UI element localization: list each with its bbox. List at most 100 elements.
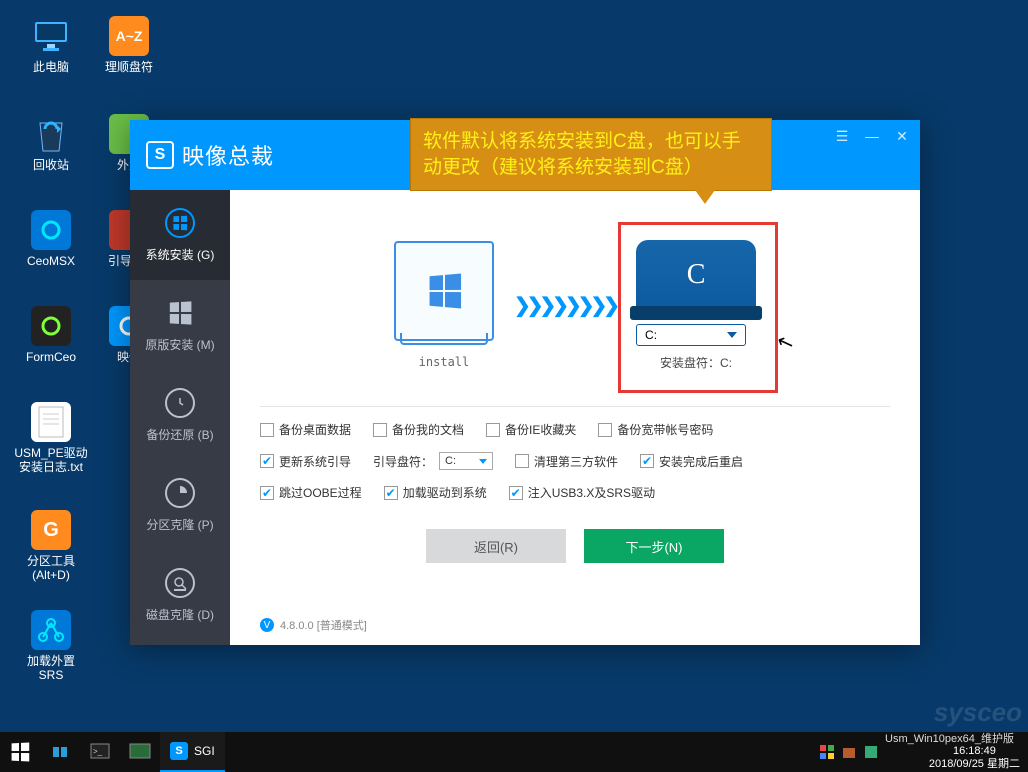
destination-box: C C: 安装盘符：C: ↖	[636, 240, 756, 371]
drive-select[interactable]: C:	[636, 324, 746, 346]
icon-label: FormCeo	[16, 350, 86, 364]
tooltip-tail	[695, 190, 715, 204]
chk-reboot-after[interactable]: 安装完成后重启	[640, 453, 743, 470]
tray-icon-2[interactable]	[841, 744, 857, 760]
icon-label: 加载外置SRS	[16, 654, 86, 682]
taskbar-btn-2[interactable]: >_	[80, 732, 120, 772]
sidebar-item-system-install[interactable]: 系统安装 (G)	[130, 190, 230, 280]
chk-inject-usb3[interactable]: 注入USB3.X及SRS驱动	[509, 484, 655, 501]
sgi-icon: S	[170, 742, 188, 760]
taskbar-btn-3[interactable]	[120, 732, 160, 772]
start-button[interactable]	[0, 732, 40, 772]
chk-label: 备份我的文档	[392, 421, 464, 438]
menu-button[interactable]: ☰	[832, 126, 852, 146]
icon-label: USM_PE驱动安装日志.txt	[12, 446, 90, 474]
icon-label: 分区工具(Alt+D)	[16, 554, 86, 582]
cursor-icon: ↖	[773, 327, 797, 356]
recycle-icon	[31, 114, 71, 154]
sidebar-item-disk-clone[interactable]: 磁盘克隆 (D)	[130, 550, 230, 640]
pie-icon	[165, 478, 195, 508]
drive-select-value: C:	[645, 328, 657, 342]
button-label: 返回(R)	[474, 537, 518, 556]
source-box[interactable]: install	[394, 241, 494, 369]
chk-label: 注入USB3.X及SRS驱动	[528, 484, 655, 501]
sidebar-item-partition-clone[interactable]: 分区克隆 (P)	[130, 460, 230, 550]
icon-usm-log[interactable]: USM_PE驱动安装日志.txt	[12, 402, 90, 474]
taskbar-app-sgi[interactable]: S SGI	[160, 732, 225, 772]
icon-label: 回收站	[16, 158, 86, 172]
app-body: 系统安装 (G) 原版安装 (M) 备份还原 (B) 分区克隆 (P) 磁盘克隆…	[130, 190, 920, 645]
minimize-button[interactable]: —	[862, 126, 882, 146]
tray-icon-3[interactable]	[863, 744, 879, 760]
version-badge-icon: V	[260, 618, 274, 632]
az-icon: A~Z	[109, 16, 149, 56]
chk-clean-3rd[interactable]: 清理第三方软件	[515, 453, 618, 470]
app-logo: S 映像总裁	[146, 139, 274, 171]
next-button[interactable]: 下一步(N)	[584, 529, 724, 563]
icon-formceo[interactable]: FormCeo	[16, 306, 86, 364]
icon-this-pc[interactable]: 此电脑	[16, 16, 86, 74]
icon-sort-drives[interactable]: A~Z 理顺盘符	[94, 16, 164, 74]
boot-drive-label: 引导盘符：	[373, 453, 433, 470]
chk-skip-oobe[interactable]: 跳过OOBE过程	[260, 484, 362, 501]
chk-label: 清理第三方软件	[534, 453, 618, 470]
chk-label: 备份桌面数据	[279, 421, 351, 438]
chevron-down-icon	[727, 332, 737, 338]
txt-icon	[31, 402, 71, 442]
icon-recycle-bin[interactable]: 回收站	[16, 114, 86, 172]
icon-label: 理顺盘符	[94, 60, 164, 74]
icon-label: 此电脑	[16, 60, 86, 74]
partition-icon: G	[31, 510, 71, 550]
back-button[interactable]: 返回(R)	[426, 529, 566, 563]
icon-partition-tool[interactable]: G 分区工具(Alt+D)	[16, 510, 86, 582]
tray-icon-1[interactable]	[819, 744, 835, 760]
boot-drive-value: C:	[445, 455, 456, 467]
sidebar-item-backup-restore[interactable]: 备份还原 (B)	[130, 370, 230, 460]
sidebar-label: 磁盘克隆 (D)	[146, 606, 214, 623]
chk-label: 跳过OOBE过程	[279, 484, 362, 501]
search-disk-icon	[165, 568, 195, 598]
chevron-down-icon	[479, 459, 487, 464]
clock-date: 2018/09/25 星期二	[929, 758, 1020, 771]
app-window: S 映像总裁 ☰ — ✕ 软件默认将系统安装到C盘，也可以手动更改（建议将系统安…	[130, 120, 920, 645]
taskbar: >_ S SGI Usm_Win10pex64_维护版 16:18:49 201…	[0, 732, 1028, 772]
icon-label: CeoMSX	[16, 254, 86, 268]
separator	[260, 406, 890, 407]
titlebar[interactable]: S 映像总裁 ☰ — ✕ 软件默认将系统安装到C盘，也可以手动更改（建议将系统安…	[130, 120, 920, 190]
drive-icon: C	[636, 240, 756, 310]
arrows-icon: ❯❯❯❯❯❯❯❯	[514, 293, 616, 318]
boot-drive-select[interactable]: C:	[439, 452, 493, 470]
logo-mark-icon: S	[146, 141, 174, 169]
action-buttons: 返回(R) 下一步(N)	[260, 529, 890, 563]
sidebar-label: 分区克隆 (P)	[146, 516, 213, 533]
ceomsx-icon	[31, 210, 71, 250]
window-controls: ☰ — ✕	[832, 126, 912, 146]
install-image-icon	[394, 241, 494, 341]
chk-backup-docs[interactable]: 备份我的文档	[373, 421, 464, 438]
chk-update-boot[interactable]: 更新系统引导	[260, 453, 351, 470]
main-panel: install ❯❯❯❯❯❯❯❯ C C: 安装盘符：C: ↖	[230, 190, 920, 645]
footer: V 4.8.0.0 [普通模式]	[260, 607, 890, 633]
icon-ceomsx[interactable]: CeoMSX	[16, 210, 86, 268]
chk-label: 更新系统引导	[279, 453, 351, 470]
chk-load-drivers[interactable]: 加载驱动到系统	[384, 484, 487, 501]
taskbar-btn-1[interactable]	[40, 732, 80, 772]
monitor-icon	[31, 16, 71, 56]
system-tray: Usm_Win10pex64_维护版 16:18:49 2018/09/25 星…	[819, 732, 1028, 772]
tooltip-text: 软件默认将系统安装到C盘，也可以手动更改（建议将系统安装到C盘）	[423, 131, 741, 178]
app-title: 映像总裁	[182, 139, 274, 171]
version-text: 4.8.0.0 [普通模式]	[280, 617, 367, 633]
chk-backup-ie[interactable]: 备份IE收藏夹	[486, 421, 576, 438]
close-button[interactable]: ✕	[892, 126, 912, 146]
taskbar-clock[interactable]: 16:18:49 2018/09/25 星期二	[929, 745, 1020, 770]
chk-backup-desktop[interactable]: 备份桌面数据	[260, 421, 351, 438]
history-icon	[165, 388, 195, 418]
chk-backup-wan[interactable]: 备份宽带帐号密码	[598, 421, 713, 438]
sidebar: 系统安装 (G) 原版安装 (M) 备份还原 (B) 分区克隆 (P) 磁盘克隆…	[130, 190, 230, 645]
destination-label: 安装盘符：C:	[636, 354, 756, 371]
sidebar-item-original-install[interactable]: 原版安装 (M)	[130, 280, 230, 370]
install-stage: install ❯❯❯❯❯❯❯❯ C C: 安装盘符：C: ↖	[260, 210, 890, 400]
chk-label: 加载驱动到系统	[403, 484, 487, 501]
sidebar-label: 备份还原 (B)	[146, 426, 213, 443]
icon-load-srs[interactable]: 加载外置SRS	[16, 610, 86, 682]
